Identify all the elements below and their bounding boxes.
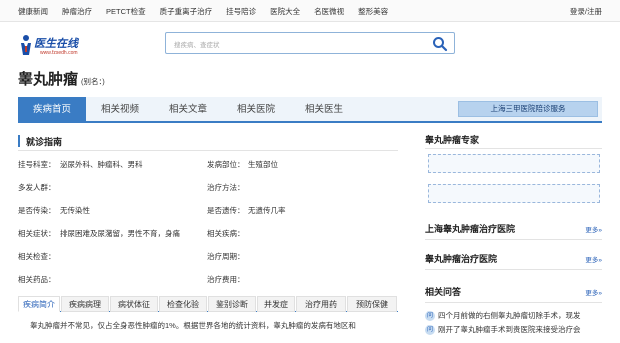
expert-placeholder-box — [428, 154, 600, 173]
top-nav: 健康新闻 肿瘤治疗 PETCT检查 质子重离子治疗 挂号陪诊 医院大全 名医微视… — [18, 0, 402, 22]
guide-label: 是否传染： — [18, 206, 56, 215]
intro-paragraph: 睾丸肿瘤并不常见，仅占全身恶性肿瘤的1%。根据世界各地的统计资料，睾丸肿瘤的发病… — [30, 321, 356, 330]
question-icon: 问 — [425, 311, 435, 322]
info-tabs: 疾病简介 疾病病理 病状体征 检查化验 鉴别诊断 并发症 治疗用药 预防保健 — [18, 296, 398, 312]
login-link[interactable]: 登录/注册 — [570, 6, 602, 17]
qa-text: 四个月前做的右侧睾丸肿瘤切除手术，现发 — [438, 311, 581, 320]
tab-articles[interactable]: 相关文章 — [154, 97, 222, 123]
qa-item[interactable]: 问刚开了睾丸肿瘤手术到贵医院来接受治疗会 — [425, 324, 602, 336]
tab-doctors[interactable]: 相关医生 — [290, 97, 358, 123]
tab-videos[interactable]: 相关视频 — [86, 97, 154, 123]
topnav-tumor[interactable]: 肿瘤治疗 — [62, 6, 92, 17]
guide-value: 排尿困难及尿潴留，男性不育，身痛 — [60, 229, 180, 238]
doctor-logo-icon — [21, 35, 31, 55]
tab-pathology[interactable]: 疾病病理 — [61, 296, 109, 312]
guide-row: 多发人群： 治疗方法： — [18, 182, 398, 194]
qa-text: 刚开了睾丸肿瘤手术到贵医院来接受治疗会 — [438, 325, 581, 334]
divider — [425, 239, 602, 240]
topnav-doctors[interactable]: 名医微视 — [314, 6, 344, 17]
guide-label: 相关药品： — [18, 275, 56, 284]
topnav-cosmetic[interactable]: 整形美容 — [358, 6, 388, 17]
divider — [425, 302, 602, 303]
guide-row: 相关症状： 排尿困难及尿潴留，男性不育，身痛 相关疾病： — [18, 228, 398, 240]
guide-row: 挂号科室： 泌尿外科、肿瘤科、男科 发病部位： 生殖部位 — [18, 159, 398, 171]
tab-symptoms[interactable]: 病状体征 — [110, 296, 158, 312]
guide-title: 就诊指南 — [26, 137, 63, 147]
guide-label: 相关检查： — [18, 252, 56, 261]
guide-header: 就诊指南 — [18, 131, 398, 151]
topnav-escort[interactable]: 挂号陪诊 — [226, 6, 256, 17]
tab-medication[interactable]: 治疗用药 — [296, 296, 346, 312]
guide-label: 治疗费用： — [207, 275, 245, 284]
guide-label: 发病部位： — [207, 160, 245, 169]
tab-prevention[interactable]: 预防保健 — [347, 296, 397, 312]
more-link[interactable]: 更多» — [585, 287, 602, 297]
guide-row: 相关药品： 治疗费用： — [18, 274, 398, 286]
guide-label: 多发人群： — [18, 183, 56, 192]
escort-service-button[interactable]: 上海三甲医院陪诊服务 — [458, 101, 598, 117]
hospital-title: 睾丸肿瘤治疗医院 — [425, 254, 498, 264]
topnav-proton[interactable]: 质子重离子治疗 — [160, 6, 213, 17]
department-links[interactable]: 泌尿外科、肿瘤科、男科 — [60, 159, 143, 170]
tab-hospitals[interactable]: 相关医院 — [222, 97, 290, 123]
guide-label: 是否遗传： — [207, 206, 245, 215]
tab-complications[interactable]: 并发症 — [257, 296, 295, 312]
logo-name: 医生在线 — [34, 38, 78, 50]
section-accent-bar — [18, 135, 20, 147]
divider — [425, 148, 602, 149]
qa-item[interactable]: 问四个月前做的右侧睾丸肿瘤切除手术，现发 — [425, 310, 602, 322]
guide-label: 治疗周期： — [207, 252, 245, 261]
tab-diagnosis[interactable]: 鉴别诊断 — [208, 296, 256, 312]
search-icon[interactable] — [432, 36, 448, 52]
logo-url: www.fzsedh.com — [40, 50, 78, 56]
tab-tests[interactable]: 检查化验 — [159, 296, 207, 312]
guide-label: 相关疾病： — [207, 229, 245, 238]
disease-title-row: 睾丸肿瘤 (别名：) — [18, 68, 105, 88]
question-icon: 问 — [425, 325, 435, 336]
more-link[interactable]: 更多» — [585, 224, 602, 234]
qa-title: 相关问答 — [425, 287, 462, 297]
guide-row: 相关检查： 治疗周期： — [18, 251, 398, 263]
page-title: 睾丸肿瘤 — [18, 71, 79, 88]
site-logo[interactable]: 医生在线 www.fzsedh.com — [18, 30, 88, 62]
more-link[interactable]: 更多» — [585, 254, 602, 264]
guide-label: 治疗方法： — [207, 183, 245, 192]
divider — [425, 269, 602, 270]
disease-alias: (别名：) — [81, 77, 105, 86]
search-placeholder: 搜疾病、查症状 — [174, 42, 220, 49]
topnav-news[interactable]: 健康新闻 — [18, 6, 48, 17]
guide-label: 挂号科室： — [18, 160, 56, 169]
guide-value: 无传染性 — [60, 206, 90, 215]
guide-value: 无遗传几率 — [248, 206, 286, 215]
tab-home[interactable]: 疾病首页 — [18, 97, 86, 123]
guide-row: 是否传染： 无传染性 是否遗传： 无遗传几率 — [18, 205, 398, 217]
sh-hospital-title: 上海睾丸肿瘤治疗医院 — [425, 224, 516, 234]
tab-intro[interactable]: 疾病简介 — [18, 296, 60, 312]
topnav-hospitals[interactable]: 医院大全 — [270, 6, 300, 17]
expert-title: 睾丸肿瘤专家 — [425, 135, 480, 145]
search-box[interactable]: 搜疾病、查症状 — [165, 32, 455, 54]
guide-label: 相关症状： — [18, 229, 56, 238]
expert-placeholder-box — [428, 184, 600, 203]
guide-value: 生殖部位 — [248, 160, 278, 169]
topnav-petct[interactable]: PETCT检查 — [106, 6, 146, 17]
top-bar: 健康新闻 肿瘤治疗 PETCT检查 质子重离子治疗 挂号陪诊 医院大全 名医微视… — [0, 0, 620, 22]
